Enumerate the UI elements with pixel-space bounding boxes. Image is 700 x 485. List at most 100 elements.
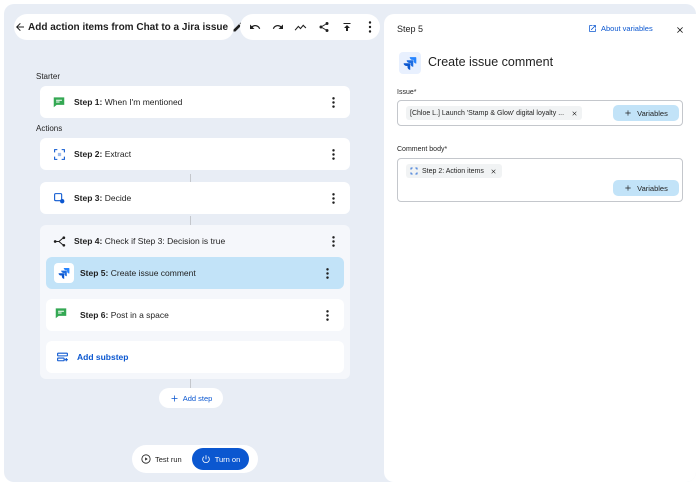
extract-icon (50, 145, 68, 163)
test-run-label: Test run (155, 454, 182, 464)
comment-field-label: Comment body* (397, 146, 448, 153)
issue-field[interactable]: [Chloe L.] Launch 'Stamp & Glow' digital… (397, 100, 683, 126)
step-2-card[interactable]: Step 2: Extract (40, 138, 350, 170)
decide-icon (50, 189, 68, 207)
issue-variables-button[interactable]: Variables (613, 105, 679, 121)
chat-icon (50, 93, 68, 111)
step-2-prefix: Step 2: (74, 149, 103, 159)
more-vert-icon (331, 148, 335, 160)
issue-chip-text: [Chloe L.] Launch 'Stamp & Glow' digital… (410, 109, 565, 117)
close-panel-button[interactable] (672, 22, 688, 38)
add-step-button[interactable]: Add step (159, 388, 223, 408)
activity-icon (294, 24, 307, 31)
add-list-icon (57, 352, 68, 361)
power-icon (201, 455, 210, 463)
plus-icon (625, 185, 631, 191)
share-icon (319, 22, 328, 32)
comment-chip[interactable]: Step 2: Action items (406, 164, 502, 178)
undo-button[interactable] (244, 16, 265, 38)
panel-title: Create issue comment (428, 55, 554, 69)
comment-variables-label: Variables (637, 183, 668, 193)
turn-on-button[interactable]: Turn on (191, 448, 250, 470)
step-detail-panel: Step 5 About variables Create issue comm… (384, 14, 696, 482)
redo-button[interactable] (267, 16, 288, 38)
actions-label: Actions (36, 124, 63, 133)
step-5-card[interactable]: Step 5: Create issue comment (46, 257, 344, 289)
connector-line (190, 216, 191, 225)
issue-chip[interactable]: [Chloe L.] Launch 'Stamp & Glow' digital… (406, 106, 583, 120)
step-2-menu-button[interactable] (328, 146, 338, 162)
step-6-prefix: Step 6: (80, 310, 109, 320)
run-controls: Test run Turn on (132, 445, 258, 473)
jira-icon (399, 52, 421, 74)
redo-icon (272, 24, 283, 29)
publish-icon (343, 23, 350, 31)
step-4-prefix: Step 4: (74, 236, 103, 246)
comment-chip-text: Step 2: Action items (422, 167, 484, 175)
add-substep-button[interactable]: Add substep (46, 341, 344, 373)
more-vert-icon (368, 21, 371, 33)
plus-icon (171, 395, 178, 401)
share-button[interactable] (313, 16, 334, 38)
step-6-text: Post in a space (110, 310, 169, 320)
step-6-menu-button[interactable] (322, 307, 332, 323)
step-6-card[interactable]: Step 6: Post in a space (46, 299, 344, 331)
close-icon (491, 168, 496, 174)
plus-icon (625, 110, 631, 116)
panel-step-label: Step 5 (397, 24, 424, 34)
more-options-button[interactable] (359, 16, 380, 38)
activity-button[interactable] (290, 16, 311, 38)
more-vert-icon (331, 235, 335, 247)
remove-issue-chip-button[interactable] (570, 109, 578, 117)
step-4-text: Check if Step 3: Decision is true (104, 236, 226, 246)
test-run-button[interactable]: Test run (135, 448, 188, 470)
step-1-menu-button[interactable] (328, 94, 338, 110)
back-button[interactable] (14, 14, 26, 40)
step-3-text: Decide (104, 193, 132, 203)
extract-icon (410, 167, 418, 175)
issue-variables-label: Variables (637, 108, 668, 118)
starter-label: Starter (36, 72, 61, 81)
flow-title: Add action items from Chat to a Jira iss… (28, 21, 229, 33)
jira-icon (54, 263, 74, 283)
more-vert-icon (331, 96, 335, 108)
comment-variables-button[interactable]: Variables (613, 180, 679, 196)
step-1-text: When I'm mentioned (104, 97, 183, 107)
about-variables-link[interactable]: About variables (588, 24, 653, 33)
add-substep-label: Add substep (77, 352, 129, 362)
chat-icon (54, 306, 74, 325)
issue-field-label: Issue* (397, 89, 417, 96)
step-3-menu-button[interactable] (328, 190, 338, 206)
remove-comment-chip-button[interactable] (490, 167, 498, 175)
connector-line (190, 379, 191, 388)
play-circle-icon (141, 454, 151, 464)
step-5-menu-button[interactable] (322, 265, 332, 281)
step-5-prefix: Step 5: (80, 268, 109, 278)
add-step-label: Add step (182, 393, 213, 403)
more-vert-icon (325, 309, 329, 321)
close-icon (571, 110, 577, 116)
publish-button[interactable] (336, 16, 357, 38)
step-4-header[interactable]: Step 4: Check if Step 3: Decision is tru… (50, 233, 225, 249)
step-1-card[interactable]: Step 1: When I'm mentioned (40, 86, 350, 118)
undo-icon (249, 24, 260, 29)
turn-on-label: Turn on (214, 454, 241, 464)
flow-title-bar: Add action items from Chat to a Jira iss… (14, 14, 243, 40)
more-vert-icon (331, 192, 335, 204)
about-variables-label: About variables (601, 24, 653, 33)
app-frame: Add action items from Chat to a Jira iss… (4, 4, 696, 482)
comment-body-field[interactable]: Step 2: Action items Variables (397, 158, 683, 202)
arrow-back-icon (16, 23, 24, 31)
step-2-text: Extract (104, 149, 132, 159)
more-vert-icon (325, 267, 329, 279)
step-1-prefix: Step 1: (74, 97, 103, 107)
step-3-prefix: Step 3: (74, 193, 103, 203)
branch-icon (50, 233, 68, 249)
step-3-card[interactable]: Step 3: Decide (40, 182, 350, 214)
step-4-menu-button[interactable] (328, 233, 338, 249)
toolbar (240, 14, 380, 40)
step-5-text: Create issue comment (110, 268, 196, 278)
open-in-new-icon (589, 25, 596, 32)
close-icon (677, 27, 683, 33)
connector-line (190, 174, 191, 182)
